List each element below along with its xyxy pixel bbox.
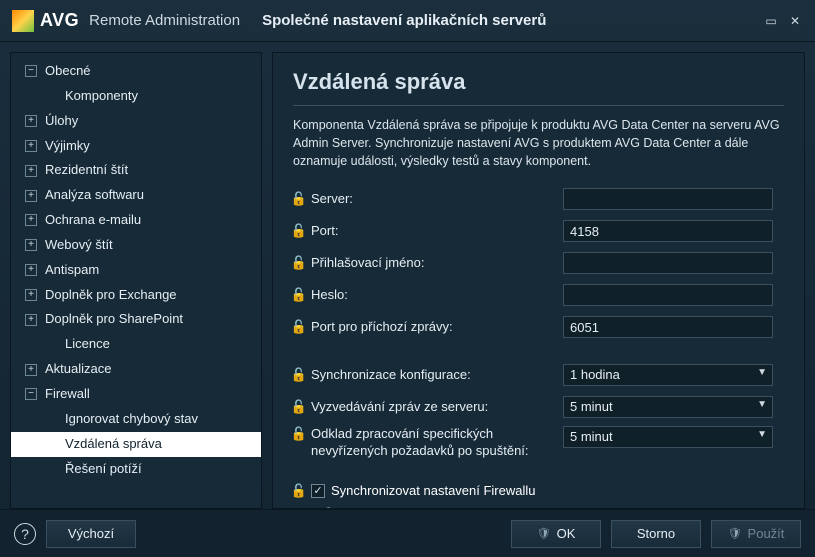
sidebar-item[interactable]: + Výjimky xyxy=(11,134,261,159)
ok-label: OK xyxy=(557,526,576,541)
lock-icon[interactable]: 🔓 xyxy=(293,191,305,207)
divider xyxy=(293,105,784,106)
sidebar-item-label: Aktualizace xyxy=(45,360,111,379)
label-server: Server: xyxy=(311,191,353,206)
expand-icon[interactable]: + xyxy=(25,264,37,276)
sidebar-item[interactable]: + Antispam xyxy=(11,258,261,283)
label-sync-firewall: Synchronizovat nastavení Firewallu xyxy=(331,483,536,498)
label-defer: Odklad zpracování specifických nevyřízen… xyxy=(311,426,563,459)
lock-icon[interactable]: 🔓 xyxy=(293,399,305,415)
app-window: AVG Remote Administration Společné nasta… xyxy=(0,0,815,557)
sidebar-item[interactable]: Ignorovat chybový stav xyxy=(11,407,261,432)
sidebar-item[interactable]: + Doplněk pro SharePoint xyxy=(11,307,261,332)
window-controls: ▭ ✕ xyxy=(763,14,803,28)
expand-icon[interactable]: + xyxy=(25,239,37,251)
ok-button[interactable]: 🛡 OK xyxy=(511,520,601,548)
sidebar-item[interactable]: Řešení potíží xyxy=(11,457,261,482)
lock-icon[interactable]: 🔓 xyxy=(293,367,305,383)
sidebar-item[interactable]: −Obecné xyxy=(11,59,261,84)
sidebar-item-label: Úlohy xyxy=(45,112,78,131)
sidebar-item-label: Obecné xyxy=(45,62,91,81)
sidebar-item-label: Licence xyxy=(65,335,110,354)
sidebar-item[interactable]: Komponenty xyxy=(11,84,261,109)
expand-icon[interactable]: + xyxy=(25,289,37,301)
maximize-icon[interactable]: ▭ xyxy=(763,14,779,28)
logo: AVG Remote Administration xyxy=(12,10,240,32)
brand-sub: Remote Administration xyxy=(89,12,240,29)
lock-icon[interactable]: 🔓 xyxy=(293,255,305,271)
sidebar-item[interactable]: + Aktualizace xyxy=(11,357,261,382)
sidebar-item[interactable]: + Doplněk pro Exchange xyxy=(11,283,261,308)
expand-icon[interactable]: + xyxy=(25,190,37,202)
login-input[interactable] xyxy=(563,252,773,274)
sidebar-item-label: Ignorovat chybový stav xyxy=(65,410,198,429)
sidebar-item[interactable]: + Úlohy xyxy=(11,109,261,134)
lock-icon[interactable]: 🔓 xyxy=(293,319,305,335)
expand-icon[interactable]: + xyxy=(25,115,37,127)
sidebar-item-label: Firewall xyxy=(45,385,90,404)
brand-name: AVG xyxy=(40,10,79,31)
close-icon[interactable]: ✕ xyxy=(787,14,803,28)
label-login: Přihlašovací jméno: xyxy=(311,255,424,270)
sidebar-item[interactable]: −Firewall xyxy=(11,382,261,407)
sidebar-item-label: Rezidentní štít xyxy=(45,161,128,180)
label-sync: Synchronizace konfigurace: xyxy=(311,367,471,382)
collapse-icon[interactable]: − xyxy=(25,388,37,400)
label-retrieve: Vyzvedávání zpráv ze serveru: xyxy=(311,399,488,414)
sidebar-item[interactable]: + Analýza softwaru xyxy=(11,183,261,208)
sidebar-item-label: Antispam xyxy=(45,261,99,280)
apply-button[interactable]: 🛡 Použít xyxy=(711,520,801,548)
cancel-button[interactable]: Storno xyxy=(611,520,701,548)
content-panel: Vzdálená správa Komponenta Vzdálená sprá… xyxy=(272,52,805,509)
server-input[interactable] xyxy=(563,188,773,210)
sidebar-item-label: Vzdálená správa xyxy=(65,435,162,454)
sidebar-item-label: Doplněk pro Exchange xyxy=(45,286,177,305)
apply-icon: 🛡 xyxy=(728,527,742,540)
password-input[interactable] xyxy=(563,284,773,306)
sync-firewall-checkbox[interactable] xyxy=(311,484,325,498)
avg-logo-icon xyxy=(12,10,34,32)
sidebar-item[interactable]: + Rezidentní štít xyxy=(11,158,261,183)
sidebar-item-label: Výjimky xyxy=(45,137,90,156)
lock-icon[interactable]: 🔓 xyxy=(293,223,305,239)
lock-icon[interactable]: 🔓 xyxy=(293,287,305,303)
lock-icon[interactable]: 🔓 xyxy=(293,483,305,499)
collapse-icon[interactable]: − xyxy=(25,65,37,77)
sidebar: −ObecnéKomponenty+Úlohy+Výjimky+Rezident… xyxy=(10,52,262,509)
ok-icon: 🛡 xyxy=(537,527,551,540)
label-password: Heslo: xyxy=(311,287,348,302)
label-msgport: Port pro příchozí zprávy: xyxy=(311,319,453,334)
sidebar-item-label: Ochrana e-mailu xyxy=(45,211,141,230)
sidebar-item[interactable]: Licence xyxy=(11,332,261,357)
page-heading: Vzdálená správa xyxy=(293,69,784,95)
expand-icon[interactable]: + xyxy=(25,314,37,326)
defer-select[interactable]: 5 minut xyxy=(563,426,773,448)
expand-icon[interactable]: + xyxy=(25,140,37,152)
sidebar-item-label: Doplněk pro SharePoint xyxy=(45,310,183,329)
sidebar-item-label: Komponenty xyxy=(65,87,138,106)
titlebar: AVG Remote Administration Společné nasta… xyxy=(0,0,815,42)
msgport-input[interactable] xyxy=(563,316,773,338)
help-button[interactable]: ? xyxy=(14,523,36,545)
sidebar-item[interactable]: + Webový štít xyxy=(11,233,261,258)
retrieve-select[interactable]: 5 minut xyxy=(563,396,773,418)
expand-icon[interactable]: + xyxy=(25,165,37,177)
label-port: Port: xyxy=(311,223,338,238)
window-title: Společné nastavení aplikačních serverů xyxy=(262,12,546,29)
default-button[interactable]: Výchozí xyxy=(46,520,136,548)
port-input[interactable] xyxy=(563,220,773,242)
expand-icon[interactable]: + xyxy=(25,364,37,376)
sidebar-item-label: Analýza softwaru xyxy=(45,186,144,205)
sidebar-item[interactable]: + Ochrana e-mailu xyxy=(11,208,261,233)
apply-label: Použít xyxy=(748,526,785,541)
sidebar-item-label: Řešení potíží xyxy=(65,460,142,479)
lock-icon[interactable]: 🔓 xyxy=(293,426,305,442)
page-description: Komponenta Vzdálená správa se připojuje … xyxy=(293,116,784,170)
sidebar-item[interactable]: Vzdálená správa xyxy=(11,432,261,457)
sidebar-item-label: Webový štít xyxy=(45,236,113,255)
expand-icon[interactable]: + xyxy=(25,214,37,226)
sync-select[interactable]: 1 hodina xyxy=(563,364,773,386)
footer: ? Výchozí 🛡 OK Storno 🛡 Použít xyxy=(0,509,815,557)
